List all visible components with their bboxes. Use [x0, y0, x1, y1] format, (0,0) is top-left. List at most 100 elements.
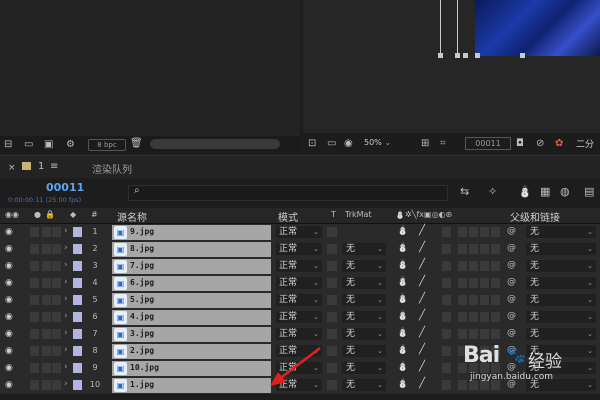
quality-icon[interactable]: ╱: [419, 259, 425, 270]
monitor-icon[interactable]: ▭: [327, 137, 336, 151]
always-preview-icon[interactable]: ⊡: [308, 137, 316, 151]
layer-switch-box[interactable]: [30, 227, 39, 237]
eye-icon[interactable]: ◉: [5, 363, 13, 373]
view-layout-label[interactable]: 二分: [576, 137, 594, 150]
layer-switch-box[interactable]: [52, 227, 61, 237]
layer-switch-box[interactable]: [491, 329, 500, 339]
eye-icon[interactable]: ◉: [5, 261, 13, 271]
eye-icon[interactable]: ◉: [5, 312, 13, 322]
layer-switch-box[interactable]: [469, 227, 478, 237]
layer-switch-box[interactable]: [458, 380, 467, 390]
layer-switch-box[interactable]: [30, 363, 39, 373]
layer-switch-box[interactable]: [52, 329, 61, 339]
preserve-transparency-toggle[interactable]: [327, 329, 337, 339]
parent-dropdown[interactable]: 无 ⌄: [526, 328, 596, 340]
source-name-header[interactable]: 源名称: [117, 209, 147, 224]
layer-switch-box[interactable]: [491, 261, 500, 271]
preserve-transparency-toggle[interactable]: [327, 261, 337, 271]
preserve-transparency-toggle[interactable]: [327, 227, 337, 237]
layer-switch-box[interactable]: [42, 363, 51, 373]
eye-icon[interactable]: ◉: [5, 329, 13, 339]
layer-row[interactable]: ◉ › 7 ▣ 3.jpg 正常 ⌄ 无 ⌄ ⛄ ╱ @ 无 ⌄: [0, 326, 600, 344]
layer-name-cell[interactable]: ▣ 7.jpg: [112, 259, 271, 274]
shy-icon[interactable]: ⛄: [397, 311, 408, 321]
zoom-dropdown[interactable]: 50% ⌄: [364, 137, 416, 149]
region-of-interest-icon[interactable]: ⌗: [440, 137, 446, 151]
blend-mode-dropdown[interactable]: 正常 ⌄: [276, 294, 322, 306]
eye-icon[interactable]: ◉: [5, 346, 13, 356]
chevron-right-icon[interactable]: ›: [64, 328, 68, 338]
layer-switch-box[interactable]: [52, 363, 61, 373]
layer-row[interactable]: ◉ › 6 ▣ 4.jpg 正常 ⌄ 无 ⌄ ⛄ ╱ @ 无 ⌄: [0, 309, 600, 327]
layer-switch-box[interactable]: [30, 346, 39, 356]
current-time-display[interactable]: 00011: [465, 137, 511, 150]
layer-label-color[interactable]: [73, 278, 82, 288]
pick-whip-icon[interactable]: @: [507, 243, 516, 253]
eye-icon[interactable]: ◉: [5, 244, 13, 254]
layer-switch-box[interactable]: [442, 278, 451, 288]
layer-switch-box[interactable]: [52, 278, 61, 288]
chevron-right-icon[interactable]: ›: [64, 379, 68, 389]
quality-icon[interactable]: ╱: [419, 293, 425, 304]
layer-switch-box[interactable]: [458, 261, 467, 271]
layer-switch-box[interactable]: [442, 380, 451, 390]
quality-icon[interactable]: ╱: [419, 276, 425, 287]
chevron-right-icon[interactable]: ›: [64, 243, 68, 253]
layer-switch-box[interactable]: [480, 278, 489, 288]
preserve-transparency-toggle[interactable]: [327, 380, 337, 390]
layer-switch-box[interactable]: [42, 244, 51, 254]
quality-icon[interactable]: ╱: [419, 361, 425, 372]
layer-switch-box[interactable]: [491, 278, 500, 288]
layer-switch-box[interactable]: [458, 244, 467, 254]
shy-icon[interactable]: ⛄: [397, 294, 408, 304]
layer-switch-box[interactable]: [491, 227, 500, 237]
layer-switch-box[interactable]: [42, 346, 51, 356]
layer-switch-box[interactable]: [442, 312, 451, 322]
layer-switch-box[interactable]: [480, 227, 489, 237]
parent-dropdown[interactable]: 无 ⌄: [526, 277, 596, 289]
pick-whip-icon[interactable]: @: [507, 328, 516, 338]
layer-switch-box[interactable]: [42, 227, 51, 237]
chevron-right-icon[interactable]: ›: [64, 362, 68, 372]
layer-switch-box[interactable]: [469, 312, 478, 322]
quality-icon[interactable]: ╱: [419, 378, 425, 389]
preserve-transparency-toggle[interactable]: [327, 244, 337, 254]
layer-label-color[interactable]: [73, 295, 82, 305]
blend-mode-dropdown[interactable]: 正常 ⌄: [276, 311, 322, 323]
layer-label-color[interactable]: [73, 329, 82, 339]
shy-icon[interactable]: ⛄: [397, 328, 408, 338]
blend-mode-dropdown[interactable]: 正常 ⌄: [276, 277, 322, 289]
transform-handle[interactable]: [455, 53, 460, 58]
preserve-transparency-toggle[interactable]: [327, 363, 337, 373]
new-folder-icon[interactable]: ▭: [24, 138, 33, 152]
composition-flowchart-icon[interactable]: ⇆: [460, 185, 469, 198]
layer-switch-box[interactable]: [469, 261, 478, 271]
pick-whip-icon[interactable]: @: [507, 226, 516, 236]
blend-mode-dropdown[interactable]: 正常 ⌄: [276, 226, 322, 238]
color-channel-icon[interactable]: ✿: [555, 137, 563, 151]
layer-switch-box[interactable]: [42, 312, 51, 322]
layer-switch-box[interactable]: [442, 261, 451, 271]
pick-whip-icon[interactable]: @: [507, 294, 516, 304]
transform-handle[interactable]: [463, 53, 468, 58]
layer-switch-box[interactable]: [30, 278, 39, 288]
blend-mode-dropdown[interactable]: 正常 ⌄: [276, 243, 322, 255]
layer-label-color[interactable]: [73, 380, 82, 390]
chevron-right-icon[interactable]: ›: [64, 345, 68, 355]
layer-switch-box[interactable]: [442, 227, 451, 237]
parent-dropdown[interactable]: 无 ⌄: [526, 243, 596, 255]
parent-dropdown[interactable]: 无 ⌄: [526, 226, 596, 238]
layer-switch-box[interactable]: [42, 295, 51, 305]
layer-name-cell[interactable]: ▣ 6.jpg: [112, 276, 271, 291]
shy-layers-icon[interactable]: ⛄: [518, 185, 532, 198]
layer-row[interactable]: ◉ › 1 ▣ 9.jpg 正常 ⌄ ⛄ ╱ @ 无 ⌄: [0, 224, 600, 242]
layer-switch-box[interactable]: [491, 295, 500, 305]
layer-switch-box[interactable]: [458, 278, 467, 288]
trkmat-dropdown[interactable]: 无 ⌄: [342, 362, 386, 374]
layer-switch-box[interactable]: [458, 295, 467, 305]
layer-switch-box[interactable]: [52, 244, 61, 254]
layer-switch-box[interactable]: [442, 329, 451, 339]
tab-composition-1[interactable]: 1: [38, 161, 44, 172]
layer-switch-box[interactable]: [442, 244, 451, 254]
eye-icon[interactable]: ◉: [5, 295, 13, 305]
